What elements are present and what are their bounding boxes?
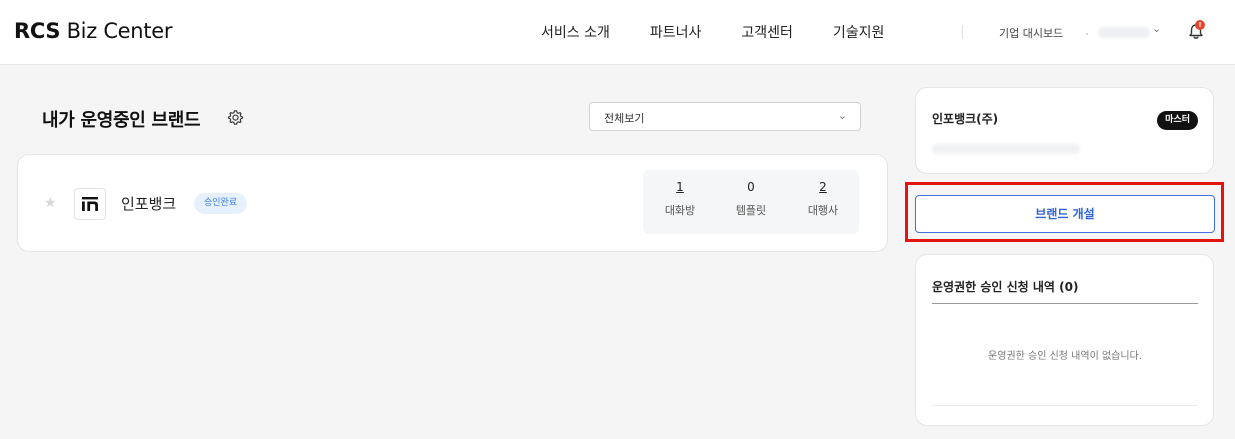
company-info-redacted: [932, 144, 1080, 154]
nav-service-intro[interactable]: 서비스 소개: [541, 22, 610, 42]
stat-agencies[interactable]: 2 대행사: [787, 180, 859, 218]
brand-name[interactable]: 인포뱅크: [121, 193, 176, 214]
main-nav: 서비스 소개 파트너사 고객센터 기술지원: [541, 22, 924, 42]
nav-customer-center[interactable]: 고객센터: [741, 22, 793, 42]
master-badge: 마스터: [1157, 111, 1198, 130]
infobank-logo-icon: [82, 197, 98, 211]
gear-icon[interactable]: [227, 109, 244, 126]
brand-stats-panel: 1 대화방 0 템플릿 2 대행사: [643, 170, 859, 234]
nav-divider: [962, 25, 963, 39]
nav-partners[interactable]: 파트너사: [650, 22, 702, 42]
stat-chat-rooms-label: 대화방: [664, 204, 696, 217]
stat-templates-value: 0: [747, 180, 755, 194]
approval-request-title: 운영권한 승인 신청 내역 (0): [932, 280, 1079, 294]
approval-request-card: 운영권한 승인 신청 내역 (0) 운영권한 승인 신청 내역이 없습니다.: [915, 254, 1214, 426]
chevron-down-icon: ⌄: [837, 109, 847, 122]
stat-chat-rooms[interactable]: 1 대화방: [644, 180, 716, 218]
chevron-down-icon[interactable]: ⌄: [1152, 22, 1161, 35]
stat-agencies-value[interactable]: 2: [787, 180, 859, 196]
user-name-redacted[interactable]: [1098, 27, 1150, 38]
stat-templates-label: 템플릿: [735, 204, 767, 217]
company-card: 인포뱅크(주) 마스터: [915, 87, 1214, 174]
nav-tech-support[interactable]: 기술지원: [833, 22, 885, 42]
top-header: RCS Biz Center 서비스 소개 파트너사 고객센터 기술지원 기업 …: [0, 0, 1235, 65]
stat-chat-rooms-value[interactable]: 1: [644, 180, 716, 196]
approval-request-bottom-divider: [932, 405, 1198, 406]
approval-request-divider: [932, 303, 1198, 304]
notification-badge: !: [1195, 20, 1205, 30]
status-badge: 승인완료: [194, 193, 248, 214]
brand-logo: [74, 188, 106, 220]
separator-dot: [1086, 33, 1088, 35]
brand-filter-value: 전체보기: [604, 112, 645, 125]
stat-templates: 0 템플릿: [715, 180, 787, 218]
page-title: 내가 운영중인 브랜드: [42, 110, 201, 131]
brand-filter-select[interactable]: 전체보기 ⌄: [589, 102, 861, 131]
approval-request-empty: 운영권한 승인 신청 내역이 없습니다.: [988, 351, 1142, 362]
rcs-biz-center-logo[interactable]: RCS Biz Center: [14, 19, 173, 43]
star-icon[interactable]: ★: [44, 195, 57, 211]
company-name: 인포뱅크(주): [932, 112, 999, 126]
enterprise-dashboard-link[interactable]: 기업 대시보드: [999, 25, 1063, 41]
open-brand-button[interactable]: 브랜드 개설: [915, 195, 1215, 233]
stat-agencies-label: 대행사: [807, 204, 839, 217]
